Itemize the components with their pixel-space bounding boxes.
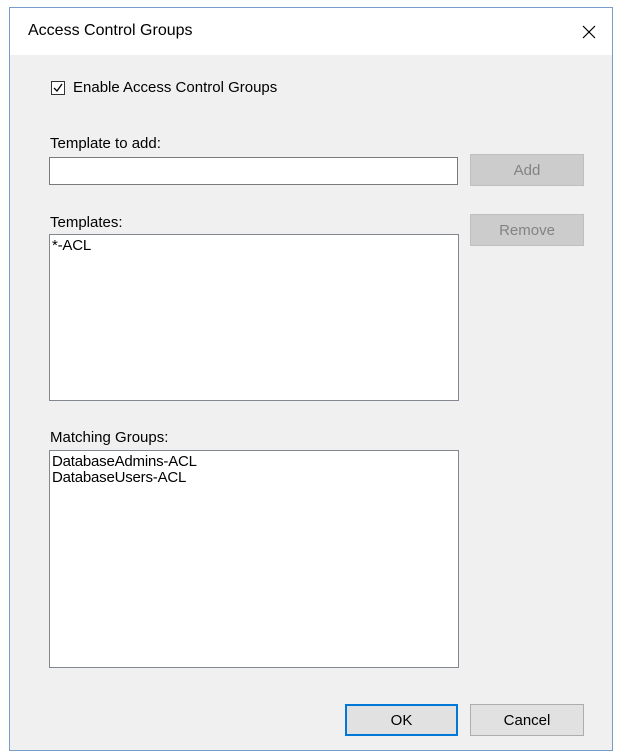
title-bar: Access Control Groups: [10, 8, 612, 55]
templates-listbox[interactable]: *-ACL: [49, 234, 459, 401]
add-button-label: Add: [513, 161, 541, 179]
templates-label: Templates:: [50, 214, 123, 231]
close-icon: [582, 25, 596, 38]
list-item[interactable]: DatabaseAdmins-ACL: [52, 454, 456, 470]
enable-access-control-groups-checkbox[interactable]: [51, 81, 65, 95]
template-to-add-input[interactable]: [49, 157, 458, 185]
cancel-button-label: Cancel: [503, 711, 551, 729]
matching-groups-listbox[interactable]: DatabaseAdmins-ACL DatabaseUsers-ACL: [49, 450, 459, 668]
dialog-title: Access Control Groups: [28, 22, 193, 39]
enable-access-control-groups-label[interactable]: Enable Access Control Groups: [73, 79, 277, 96]
checkmark-icon: [53, 83, 63, 93]
matching-groups-label: Matching Groups:: [50, 429, 169, 446]
access-control-groups-dialog: Access Control Groups Enable Access Cont…: [9, 7, 613, 751]
ok-button-label: OK: [390, 711, 413, 729]
close-button[interactable]: [566, 8, 612, 55]
add-button[interactable]: Add: [470, 154, 584, 186]
remove-button-label: Remove: [499, 221, 555, 239]
remove-button[interactable]: Remove: [470, 214, 584, 246]
list-item[interactable]: *-ACL: [52, 238, 456, 254]
list-item[interactable]: DatabaseUsers-ACL: [52, 470, 456, 486]
cancel-button[interactable]: Cancel: [470, 704, 584, 736]
ok-button[interactable]: OK: [345, 704, 458, 736]
template-to-add-label: Template to add:: [50, 135, 161, 152]
